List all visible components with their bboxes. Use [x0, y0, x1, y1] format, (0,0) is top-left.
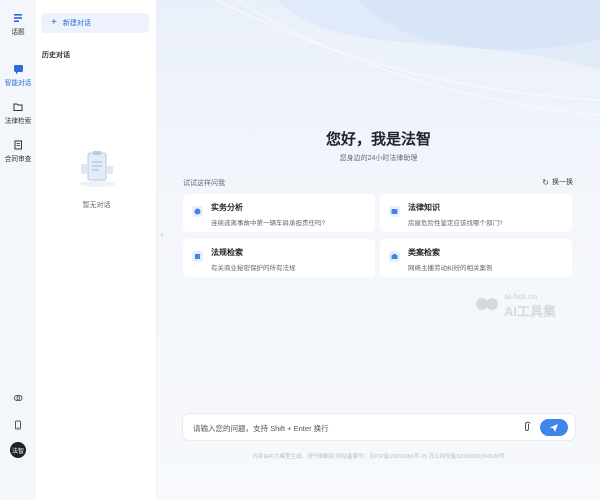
rail-item-contract-review[interactable]: 合同审查: [0, 139, 36, 164]
send-icon: [550, 423, 558, 432]
rail-item-label: 话题: [11, 29, 25, 36]
phone-icon: [13, 417, 23, 435]
card-desc: 网络主播劳动纠纷的相关案例: [408, 265, 493, 272]
card-title: 法规检索: [211, 248, 243, 257]
analysis-icon: [192, 206, 203, 217]
suggestion-card-practice[interactable]: 实务分析 连续逃离事故中第一辆车肩承担责任吗?: [183, 194, 375, 232]
chat-icon: [12, 63, 24, 75]
regulation-icon: [192, 251, 203, 262]
card-desc: 连续逃离事故中第一辆车肩承担责任吗?: [211, 220, 326, 227]
document-icon: [12, 139, 24, 151]
card-desc: 房屋危险性鉴定应该找哪个部门?: [408, 220, 503, 227]
watermark: ai-bot.cn AI工具集: [474, 292, 584, 319]
rail-item-label: 智能对话: [4, 80, 32, 87]
link-button[interactable]: [0, 390, 36, 408]
knowledge-icon: [389, 206, 400, 217]
mobile-button[interactable]: [0, 417, 36, 435]
greeting-subtitle: 您身边的24小时法律助理: [339, 155, 418, 162]
greeting-title: 您好，我是法智: [325, 131, 431, 148]
watermark-top-text: ai-bot.cn: [504, 292, 538, 301]
link-icon: [13, 390, 23, 408]
new-chat-label: 新建对话: [62, 20, 91, 27]
new-chat-button[interactable]: + 新建对话: [41, 13, 149, 33]
avatar: 法智: [10, 442, 26, 458]
rail-item-label: 法律检索: [4, 118, 32, 125]
card-title: 类案检索: [408, 248, 440, 257]
folder-icon: [12, 101, 24, 113]
suggestion-card-case-search[interactable]: 类案检索 网络主播劳动纠纷的相关案例: [380, 239, 572, 277]
refresh-suggestions-button[interactable]: ↻ 换一换: [542, 177, 573, 187]
empty-clipboard-icon: [79, 151, 115, 187]
main-area: 您好，我是法智 您身边的24小时法律助理 试试这样问我 ↻ 换一换 实务分析 连…: [157, 0, 600, 500]
suggestion-card-regulation-search[interactable]: 法规检索 有关商业秘密保护的所有法规: [183, 239, 375, 277]
rail-item-smart-chat[interactable]: 智能对话: [0, 63, 36, 88]
chevron-left-icon: ‹: [160, 229, 164, 239]
empty-history-text: 暂无对话: [82, 202, 111, 209]
suggestion-label: 试试这样问我: [183, 180, 225, 187]
collapse-panel-button[interactable]: ‹: [158, 226, 166, 242]
case-icon: [389, 251, 400, 262]
watermark-logo-icon: [476, 298, 498, 310]
chat-input[interactable]: [193, 420, 513, 436]
history-title: 历史对话: [42, 52, 70, 59]
card-title: 实务分析: [211, 203, 243, 212]
header-wave-decoration: [216, 0, 600, 116]
plus-icon: +: [51, 17, 57, 28]
rail-item-label: 合同审查: [4, 156, 32, 163]
refresh-label: 换一换: [552, 179, 573, 186]
list-icon: [12, 12, 24, 24]
user-avatar-button[interactable]: 法智: [0, 442, 36, 458]
send-button[interactable]: [540, 419, 568, 436]
icon-rail: 话题 智能对话 法律检索 合同审查 法智: [0, 0, 36, 500]
rail-item-topics[interactable]: 话题: [0, 12, 36, 37]
refresh-icon: ↻: [542, 177, 549, 187]
rail-item-legal-search[interactable]: 法律检索: [0, 101, 36, 126]
footer-text: 内容由AI大模型生成，请仔细甄别 网站备案号：苏ICP备15056286号-35…: [252, 454, 505, 460]
attachment-icon[interactable]: [523, 421, 531, 434]
card-title: 法律知识: [408, 203, 440, 212]
suggestion-card-knowledge[interactable]: 法律知识 房屋危险性鉴定应该找哪个部门?: [380, 194, 572, 232]
card-desc: 有关商业秘密保护的所有法规: [211, 265, 296, 272]
history-panel: + 新建对话 历史对话 暂无对话: [36, 0, 157, 500]
chat-input-box: [182, 413, 576, 441]
watermark-bottom-text: AI工具集: [504, 304, 557, 319]
